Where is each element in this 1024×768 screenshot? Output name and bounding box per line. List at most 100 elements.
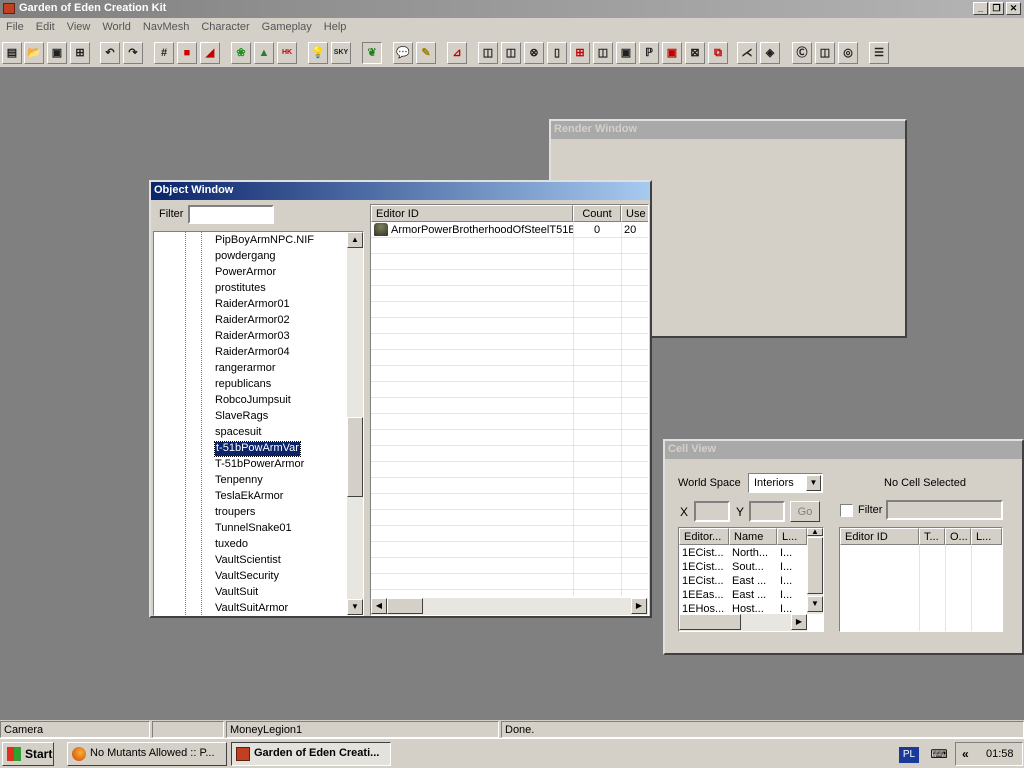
cells-hscroll-thumb[interactable] (679, 614, 741, 630)
refs-col-o[interactable]: O... (945, 528, 971, 545)
list-scroll-thumb[interactable] (387, 598, 423, 614)
box8-icon[interactable]: ℙ (639, 42, 659, 64)
list-item[interactable]: 1ECist... North... I... (679, 546, 807, 560)
chevron-down-icon[interactable]: ▼ (806, 475, 821, 491)
menu-edit[interactable]: Edit (30, 18, 61, 33)
table-row[interactable] (371, 542, 648, 558)
menu-world[interactable]: World (96, 18, 137, 33)
task-geck[interactable]: Garden of Eden Creati... (231, 742, 391, 766)
box1-icon[interactable]: ◫ (478, 42, 498, 64)
tree-item[interactable]: PipBoyArmNPC.NIF (215, 234, 314, 248)
landscape-icon[interactable]: ▲ (254, 42, 274, 64)
table-row[interactable] (371, 462, 648, 478)
angle-icon[interactable]: ◢ (200, 42, 220, 64)
box3-icon[interactable]: ⊗ (524, 42, 544, 64)
y-input[interactable] (749, 501, 785, 522)
table-row[interactable] (371, 430, 648, 446)
box12-icon[interactable]: ⋌ (737, 42, 757, 64)
tray-chevron-icon[interactable]: « (962, 747, 969, 761)
pencil-icon[interactable]: ✎ (416, 42, 436, 64)
object-palette-icon[interactable]: ❀ (231, 42, 251, 64)
save-icon[interactable]: ▣ (47, 42, 67, 64)
list-scroll-left[interactable]: ◀ (371, 598, 387, 614)
minimize-button[interactable]: _ (973, 2, 988, 15)
tree-item[interactable]: prostitutes (215, 282, 266, 296)
menu-view[interactable]: View (61, 18, 97, 33)
tree-item[interactable]: spacesuit (215, 426, 261, 440)
cells-scroll-up[interactable]: ▲ (807, 528, 823, 536)
box11-icon[interactable]: ⧉ (708, 42, 728, 64)
cells-col-l[interactable]: L... (777, 528, 807, 545)
table-row[interactable] (371, 270, 648, 286)
open-icon[interactable]: 📂 (24, 42, 44, 64)
tree-item[interactable]: RaiderArmor03 (215, 330, 290, 344)
cells-scroll-right[interactable]: ▶ (791, 614, 807, 630)
box14-icon[interactable]: Ⓒ (792, 42, 812, 64)
box13-icon[interactable]: ◈ (760, 42, 780, 64)
box5-icon[interactable]: ⊞ (570, 42, 590, 64)
box16-icon[interactable]: ◎ (838, 42, 858, 64)
tree-scroll-down[interactable]: ▼ (347, 599, 363, 615)
list-item[interactable]: 1EEas... East ... I... (679, 588, 807, 602)
box4-icon[interactable]: ▯ (547, 42, 567, 64)
list-hscrollbar[interactable]: ◀ ▶ (371, 598, 648, 615)
cells-col-editor[interactable]: Editor... (679, 528, 729, 545)
table-row[interactable] (371, 478, 648, 494)
new-icon[interactable]: ▤ (2, 42, 22, 64)
leaf-icon[interactable]: ❦ (362, 42, 382, 64)
tree-item[interactable]: T-51bPowerArmor (215, 458, 304, 472)
table-row[interactable] (371, 302, 648, 318)
tree-item[interactable]: VaultSuitArmor (215, 602, 288, 615)
filter-checkbox[interactable] (840, 504, 853, 517)
cells-col-name[interactable]: Name (729, 528, 777, 545)
tree-item[interactable]: TeslaEkArmor (215, 490, 283, 504)
list-item[interactable]: 1ECist... East ... I... (679, 574, 807, 588)
navmesh-icon[interactable]: ⊿ (447, 42, 467, 64)
snap-icon[interactable]: ■ (177, 42, 197, 64)
redo-icon[interactable]: ↷ (123, 42, 143, 64)
list-item[interactable]: 1ECist... Sout... I... (679, 560, 807, 574)
list-scroll-right[interactable]: ▶ (631, 598, 647, 614)
table-row[interactable] (371, 398, 648, 414)
menu-help[interactable]: Help (318, 18, 353, 33)
tree-item[interactable]: PowerArmor (215, 266, 276, 280)
tree-item[interactable]: VaultSecurity (215, 570, 279, 584)
cell-view-window[interactable]: Cell View World Space Interiors ▼ No Cel… (663, 439, 1024, 655)
tree-item[interactable]: SlaveRags (215, 410, 268, 424)
cells-scroll-down[interactable]: ▼ (807, 596, 823, 612)
refs-col-l[interactable]: L... (971, 528, 1002, 545)
tree-item[interactable]: t-51bPowArmVar (214, 441, 301, 457)
table-row[interactable] (371, 510, 648, 526)
table-row[interactable] (371, 382, 648, 398)
close-button[interactable]: ✕ (1006, 2, 1021, 15)
tree-scrollbar[interactable]: ▲ ▼ (347, 232, 363, 615)
x-input[interactable] (694, 501, 730, 522)
box9-icon[interactable]: ▣ (662, 42, 682, 64)
table-row[interactable] (371, 494, 648, 510)
tree-item[interactable]: TunnelSnake01 (215, 522, 292, 536)
table-row[interactable] (371, 558, 648, 574)
col-use[interactable]: Use (621, 205, 648, 222)
task-browser[interactable]: No Mutants Allowed :: P... (67, 742, 227, 766)
table-row[interactable] (371, 334, 648, 350)
box10-icon[interactable]: ⊠ (685, 42, 705, 64)
tree-item[interactable]: VaultSuit (215, 586, 258, 600)
light-icon[interactable]: 💡 (308, 42, 328, 64)
box15-icon[interactable]: ◫ (815, 42, 835, 64)
table-row[interactable]: ArmorPowerBrotherhoodOfSteelT51B 0 20 (371, 222, 648, 238)
table-row[interactable] (371, 350, 648, 366)
tree-item[interactable]: tuxedo (215, 538, 248, 552)
refs-col-t[interactable]: T... (919, 528, 945, 545)
list-icon[interactable]: ☰ (869, 42, 889, 64)
go-button[interactable]: Go (790, 501, 820, 522)
object-window[interactable]: Object Window Filter PipBoyArmNPC.NIF pow… (149, 180, 652, 618)
table-row[interactable] (371, 446, 648, 462)
sky-icon[interactable]: SKY (331, 42, 351, 64)
table-row[interactable] (371, 286, 648, 302)
world-space-select[interactable]: Interiors ▼ (748, 473, 823, 493)
cells-vscrollbar[interactable]: ▲ ▼ (807, 528, 823, 614)
box2-icon[interactable]: ◫ (501, 42, 521, 64)
box6-icon[interactable]: ◫ (593, 42, 613, 64)
tree-item[interactable]: RaiderArmor01 (215, 298, 290, 312)
havok-icon[interactable]: HK (277, 42, 297, 64)
